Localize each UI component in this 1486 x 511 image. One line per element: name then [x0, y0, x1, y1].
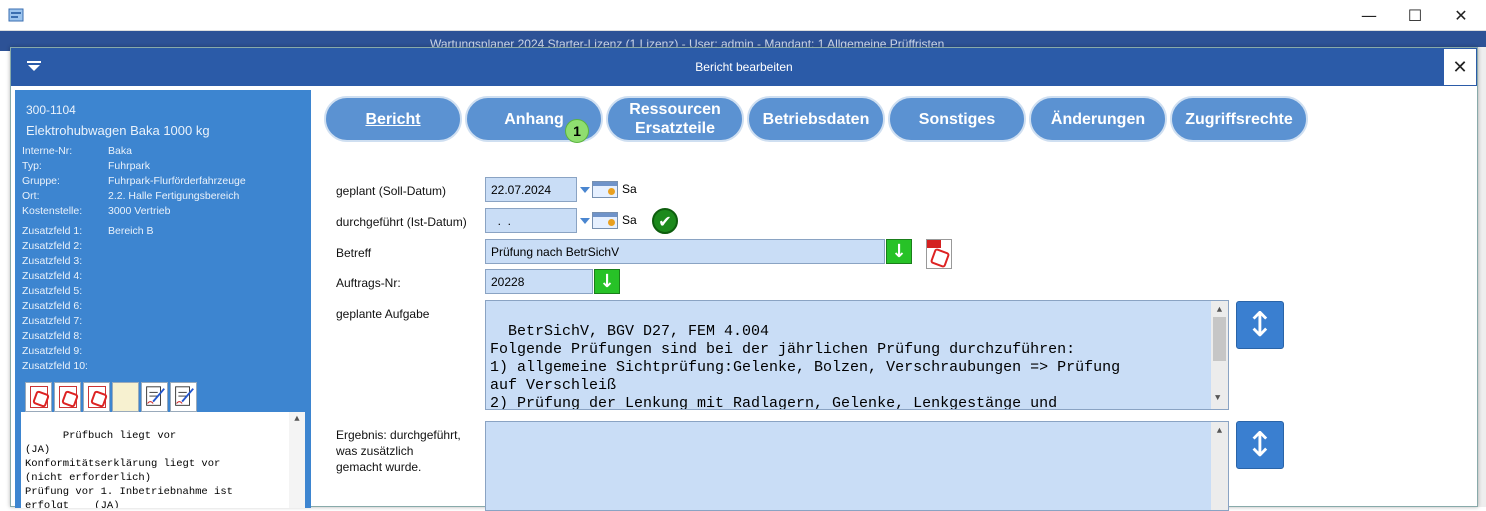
info-key: Kostenstelle: [22, 205, 83, 217]
arrow-down-icon[interactable]: ↓ [886, 239, 912, 264]
zusatz-key: Zusatzfeld 4: [22, 270, 83, 282]
expand-vertical-icon[interactable]: ↕ [1236, 301, 1284, 349]
info-key: Gruppe: [22, 175, 60, 187]
tab-sonstiges[interactable]: Sonstiges [888, 96, 1026, 142]
close-icon: ✕ [1452, 56, 1468, 78]
info-key: Ort: [22, 190, 40, 202]
zusatz-row: Zusatzfeld 2: [22, 240, 108, 252]
scroll-up-icon[interactable]: ▲ [294, 414, 299, 424]
scroll-up-icon[interactable]: ▲ [1217, 426, 1222, 436]
tab-bericht[interactable]: Bericht [324, 96, 462, 142]
auftrag-label: Auftrags-Nr: [336, 276, 401, 290]
zusatz-key: Zusatzfeld 7: [22, 315, 83, 327]
geplant-date-input[interactable]: 22.07.2024 [485, 177, 577, 202]
zusatz-row: Zusatzfeld 4: [22, 270, 108, 282]
notes-textarea[interactable]: Prüfbuch liegt vor (JA) Konformitätserkl… [21, 412, 305, 508]
zusatz-key: Zusatzfeld 6: [22, 300, 83, 312]
ergebnis-textarea[interactable]: ▲ [485, 421, 1229, 511]
chevron-down-icon[interactable] [580, 187, 590, 193]
ergebnis-label: Ergebnis: durchgeführt, was zusätzlich g… [336, 428, 461, 474]
info-row: Interne-Nr: Baka [22, 145, 132, 157]
zusatz-row: Zusatzfeld 9: [22, 345, 108, 357]
document-stamp-icon[interactable] [112, 382, 139, 412]
betreff-input[interactable]: Prüfung nach BetrSichV [485, 239, 885, 264]
durchgefuehrt-weekday: Sa [622, 213, 637, 227]
pdf-icon[interactable] [83, 382, 110, 412]
expand-vertical-icon[interactable]: ↕ [1236, 421, 1284, 469]
zusatz-row: Zusatzfeld 3: [22, 255, 108, 267]
zusatz-key: Zusatzfeld 10: [22, 360, 88, 372]
scroll-up-icon[interactable]: ▲ [1217, 305, 1222, 315]
pdf-icon[interactable] [25, 382, 52, 412]
info-value: 2.2. Halle Fertigungsbereich [108, 190, 240, 202]
document-icons [25, 382, 197, 412]
info-row: Gruppe: Fuhrpark-Flurförderfahrzeuge [22, 175, 246, 187]
maximize-button[interactable]: ☐ [1392, 0, 1438, 31]
scrollbar-thumb[interactable] [1213, 317, 1226, 361]
zusatz-key: Zusatzfeld 5: [22, 285, 83, 297]
calendar-icon[interactable] [592, 181, 618, 198]
auftrag-input[interactable]: 20228 [485, 269, 593, 294]
betreff-label: Betreff [336, 246, 372, 260]
scroll-down-icon[interactable]: ▼ [1215, 389, 1220, 407]
tab-zugriffsrechte[interactable]: Zugriffsrechte [1170, 96, 1308, 142]
info-value: Baka [108, 145, 132, 157]
aufgabe-textarea[interactable]: BetrSichV, BGV D27, FEM 4.004 Folgende P… [485, 300, 1229, 410]
info-value: Fuhrpark-Flurförderfahrzeuge [108, 175, 246, 187]
zusatz-key: Zusatzfeld 8: [22, 330, 83, 342]
os-title-bar: — ☐ ✕ [0, 0, 1486, 31]
aufgabe-scrollbar[interactable]: ▲ ▼ [1211, 301, 1228, 409]
tab-aenderungen[interactable]: Änderungen [1029, 96, 1167, 142]
durchgefuehrt-label: durchgeführt (Ist-Datum) [336, 215, 467, 229]
window-close-button[interactable]: ✕ [1438, 0, 1484, 31]
edit-document-icon[interactable] [170, 382, 197, 412]
zusatz-key: Zusatzfeld 1: [22, 225, 83, 237]
arrow-down-icon[interactable]: ↓ [594, 269, 620, 294]
info-row: Kostenstelle: 3000 Vertrieb [22, 205, 170, 217]
aufgabe-label: geplante Aufgabe [336, 307, 430, 321]
tab-betriebsdaten[interactable]: Betriebsdaten [747, 96, 885, 142]
minimize-button[interactable]: — [1346, 0, 1392, 31]
zusatz-row: Zusatzfeld 8: [22, 330, 108, 342]
zusatz-row: Zusatzfeld 10: [22, 360, 108, 372]
edit-document-icon[interactable] [141, 382, 168, 412]
info-row: Typ: Fuhrpark [22, 160, 150, 172]
info-value: 3000 Vertrieb [108, 205, 171, 217]
info-key: Interne-Nr: [22, 145, 73, 157]
calendar-icon[interactable] [592, 212, 618, 229]
aufgabe-text: BetrSichV, BGV D27, FEM 4.004 Folgende P… [490, 323, 1121, 410]
durchgefuehrt-date-input[interactable]: . . [485, 208, 577, 233]
ergebnis-scrollbar[interactable]: ▲ [1211, 422, 1228, 510]
notes-scrollbar[interactable]: ▲ [289, 412, 305, 508]
chevron-down-icon[interactable] [580, 218, 590, 224]
app-icon [8, 8, 24, 22]
zusatz-row: Zusatzfeld 1: Bereich B [22, 225, 154, 237]
zusatz-row: Zusatzfeld 6: [22, 300, 108, 312]
geplant-weekday: Sa [622, 182, 637, 196]
anhang-count-badge: 1 [565, 119, 589, 143]
equipment-name: Elektrohubwagen Baka 1000 kg [26, 123, 210, 138]
zusatz-key: Zusatzfeld 2: [22, 240, 83, 252]
zusatz-value: Bereich B [108, 225, 154, 237]
geplant-label: geplant (Soll-Datum) [336, 184, 447, 198]
dialog-close-button[interactable]: ✕ [1443, 48, 1477, 86]
info-key: Typ: [22, 160, 42, 172]
check-icon[interactable]: ✔ [652, 208, 678, 234]
pdf-icon[interactable] [54, 382, 81, 412]
zusatz-key: Zusatzfeld 9: [22, 345, 83, 357]
dialog-title: Bericht bearbeiten [695, 60, 793, 74]
info-value: Fuhrpark [108, 160, 151, 172]
background-edge [1478, 47, 1486, 507]
equipment-id: 300-1104 [26, 103, 76, 117]
zusatz-key: Zusatzfeld 3: [22, 255, 83, 267]
info-row: Ort: 2.2. Halle Fertigungsbereich [22, 190, 239, 202]
zusatz-row: Zusatzfeld 5: [22, 285, 108, 297]
notes-text: Prüfbuch liegt vor (JA) Konformitätserkl… [25, 430, 233, 508]
dialog-title-bar: Bericht bearbeiten ✕ [11, 48, 1477, 86]
equipment-info-panel: 300-1104 Elektrohubwagen Baka 1000 kg In… [15, 90, 311, 508]
tab-ressourcen[interactable]: Ressourcen Ersatzteile [606, 96, 744, 142]
pdf-icon[interactable] [926, 239, 952, 269]
zusatz-row: Zusatzfeld 7: [22, 315, 108, 327]
